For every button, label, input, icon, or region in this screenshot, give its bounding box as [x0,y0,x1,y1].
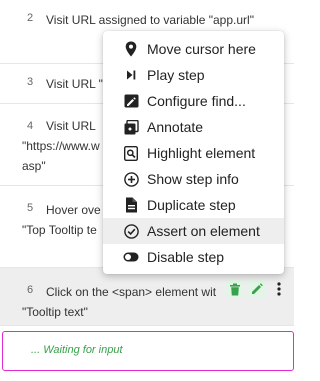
step-row-selected[interactable]: 6 Click on the <span> element wit "Toolt… [0,268,294,326]
more-vertical-icon [277,282,281,296]
menu-item-show-step-info[interactable]: Show step info [103,166,284,192]
step-number: 2 [27,12,34,24]
duplicate-icon [123,197,139,213]
map-pin-icon [123,41,139,57]
menu-item-disable-step[interactable]: Disable step [103,244,284,270]
trash-icon [230,283,240,295]
info-icon [123,171,139,187]
play-step-icon [123,67,139,83]
menu-item-configure-find[interactable]: Configure find... [103,88,284,114]
delete-step-button[interactable] [226,280,244,298]
waiting-for-input-box[interactable]: ... Waiting for input [2,331,294,371]
step-text: Click on the <span> element wit "Tooltip… [22,282,242,322]
configure-icon [123,93,139,109]
edit-step-button[interactable] [248,280,266,298]
highlight-icon [123,145,139,161]
pencil-icon [252,283,263,294]
step-text: Visit URL assigned to variable "app.url" [46,13,254,27]
menu-item-annotate[interactable]: Annotate [103,114,284,140]
step-number: 3 [27,76,34,88]
menu-item-play-step[interactable]: Play step [103,62,284,88]
waiting-text: ... Waiting for input [31,344,123,356]
step-text-line: "Tooltip text" [22,305,88,319]
menu-item-duplicate-step[interactable]: Duplicate step [103,192,284,218]
more-options-button[interactable] [270,280,288,298]
menu-item-move-cursor[interactable]: Move cursor here [103,36,284,62]
menu-item-highlight-element[interactable]: Highlight element [103,140,284,166]
step-context-menu: Move cursor here Play step Configure fin… [103,31,284,274]
toggle-icon [123,249,139,265]
step-actions [226,280,288,298]
menu-item-assert-on-element[interactable]: Assert on element [103,218,284,244]
annotate-icon [123,119,139,135]
check-circle-icon [123,223,139,239]
step-text-line: Click on the <span> element wit [46,285,217,299]
